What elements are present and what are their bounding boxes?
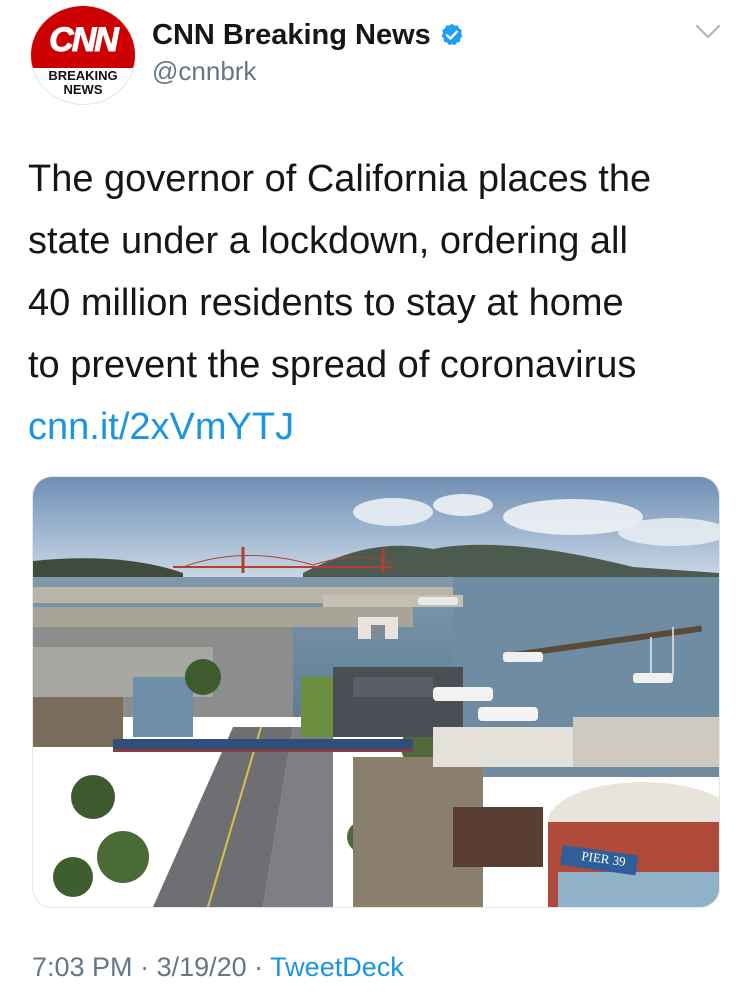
tweet-text-line: state under a lockdown, ordering all bbox=[28, 220, 628, 262]
chevron-down-icon[interactable] bbox=[694, 22, 722, 42]
tweet-text-line: 40 million residents to stay at home bbox=[28, 282, 624, 324]
tweet-photo[interactable]: PIER 39 bbox=[32, 476, 720, 908]
account-handle[interactable]: @cnnbrk bbox=[152, 56, 256, 87]
tweet-text-line: to prevent the spread of coronavirus bbox=[28, 344, 637, 386]
meta-separator: · bbox=[132, 952, 157, 982]
aerial-photo-illustration: PIER 39 bbox=[33, 477, 719, 907]
avatar-caption: BREAKING NEWS bbox=[31, 69, 135, 97]
meta-separator: · bbox=[246, 952, 271, 982]
tweet-text: The governor of California places the st… bbox=[28, 148, 728, 458]
verified-badge-icon bbox=[441, 23, 463, 46]
name-row: CNN Breaking News bbox=[152, 16, 465, 54]
avatar-caption-line2: NEWS bbox=[63, 82, 103, 97]
tweet-time[interactable]: 7:03 PM bbox=[32, 952, 133, 982]
tweet-date[interactable]: 3/19/20 bbox=[157, 952, 247, 982]
avatar[interactable]: CNN BREAKING NEWS bbox=[31, 6, 135, 104]
tweet-header: CNN BREAKING NEWS CNN Breaking News @cnn… bbox=[0, 0, 750, 110]
tweet-link[interactable]: cnn.it/2xVmYTJ bbox=[28, 406, 294, 448]
tweet-source-link[interactable]: TweetDeck bbox=[270, 952, 404, 982]
tweet-metadata: 7:03 PM · 3/19/20 · TweetDeck bbox=[32, 952, 404, 983]
tweet-text-line: The governor of California places the bbox=[28, 158, 652, 200]
display-name[interactable]: CNN Breaking News bbox=[152, 19, 431, 52]
avatar-caption-line1: BREAKING bbox=[48, 68, 118, 83]
cnn-logo-text: CNN bbox=[49, 20, 120, 59]
cnn-logo: CNN bbox=[31, 6, 135, 68]
